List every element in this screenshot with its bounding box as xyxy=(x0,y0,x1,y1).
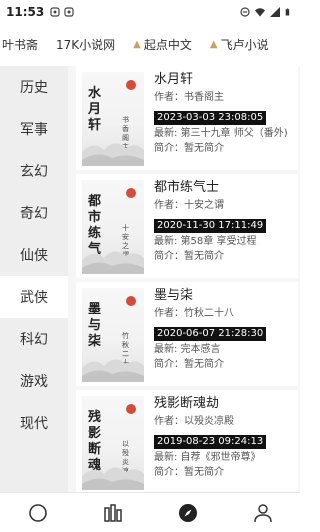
category-label: 玄幻 xyxy=(20,164,48,180)
signal-icon xyxy=(270,7,280,17)
source-tab-label: 17K小说网 xyxy=(56,37,116,52)
source-tab[interactable]: 17K小说网 xyxy=(48,36,125,53)
cover-sun-decoration xyxy=(126,296,136,306)
notification-icon xyxy=(50,7,60,17)
circle-icon xyxy=(28,503,47,522)
book-latest-chapter: 最新: 完本感言 xyxy=(154,344,221,355)
category-item[interactable]: 科幻 xyxy=(0,318,68,360)
cover-sun-decoration xyxy=(126,404,136,414)
status-bar: 11:53 xyxy=(0,0,300,24)
cover-mountain-decoration xyxy=(82,359,144,382)
status-left-icons xyxy=(50,7,74,17)
category-item[interactable]: 游戏 xyxy=(0,360,68,402)
category-item[interactable]: 仙侠 xyxy=(0,234,68,276)
book-update-time: 2020-06-07 21:28:30 xyxy=(154,327,267,341)
book-list: 水月轩 书香阁主 水月轩 作者：书香阁主 2023-03-03 23:08:05… xyxy=(68,66,300,492)
book-author: 作者：以殁炎凉殿 xyxy=(154,416,234,427)
book-icon: ▲ xyxy=(209,38,218,50)
cover-mountain-decoration xyxy=(82,143,144,166)
book-latest-chapter: 最新: 第三十九章 师父（番外) xyxy=(154,128,288,139)
category-label: 科幻 xyxy=(20,332,48,348)
source-tabs: 叶书斋 17K小说网 ▲ 起点中文 ▲ 飞卢小说 xyxy=(0,28,300,60)
cover-sun-decoration xyxy=(126,80,136,90)
cover-mountain-decoration xyxy=(82,467,144,490)
source-tab[interactable]: ▲ 起点中文 xyxy=(125,36,202,53)
book-author: 作者：书香阁主 xyxy=(154,92,224,103)
category-item[interactable]: 军事 xyxy=(0,108,68,150)
book-cover[interactable]: 都市练气士 十安之谓 xyxy=(82,180,144,274)
book-cover[interactable]: 墨与柒 竹秋二十八 xyxy=(82,288,144,382)
book-info: 水月轩 作者：书香阁主 2023-03-03 23:08:05 最新: 第三十九… xyxy=(154,70,296,156)
compass-icon xyxy=(178,503,197,522)
cover-title: 墨与柒 xyxy=(88,302,102,349)
book-card[interactable]: 水月轩 书香阁主 水月轩 作者：书香阁主 2023-03-03 23:08:05… xyxy=(76,66,298,170)
book-info: 都市练气士 作者：十安之谓 2020-11-30 17:11:49 最新: 第5… xyxy=(154,178,296,264)
category-label: 仙侠 xyxy=(20,248,48,264)
book-latest-chapter: 最新: 自荐《邪世帝尊》 xyxy=(154,452,261,463)
category-label: 历史 xyxy=(20,80,48,96)
book-info: 墨与柒 作者：竹秋二十八 2020-06-07 21:28:30 最新: 完本感… xyxy=(154,286,296,372)
book-card[interactable]: 都市练气士 十安之谓 都市练气士 作者：十安之谓 2020-11-30 17:1… xyxy=(76,174,298,278)
book-intro: 简介：暂无简介 xyxy=(154,467,224,478)
book-cover[interactable]: 水月轩 书香阁主 xyxy=(82,72,144,166)
book-update-time: 2023-03-03 23:08:05 xyxy=(154,111,267,125)
book-card[interactable]: 残影断魂劫 以殁炎凉殿 残影断魂劫 作者：以殁炎凉殿 2019-08-23 09… xyxy=(76,390,298,492)
wifi-icon xyxy=(255,8,265,17)
category-item[interactable]: 奇幻 xyxy=(0,192,68,234)
source-tab-label: 叶书斋 xyxy=(2,37,39,52)
book-icon: ▲ xyxy=(133,38,141,50)
book-title: 水月轩 xyxy=(154,72,194,87)
book-update-time: 2019-08-23 09:24:13 xyxy=(154,435,267,449)
book-info: 残影断魂劫 作者：以殁炎凉殿 2019-08-23 09:24:13 最新: 自… xyxy=(154,394,296,480)
battery-icon xyxy=(285,8,290,16)
book-cover[interactable]: 残影断魂劫 以殁炎凉殿 xyxy=(82,396,144,490)
book-author: 作者：竹秋二十八 xyxy=(154,308,234,319)
book-intro: 简介：暂无简介 xyxy=(154,251,224,262)
notification-icon xyxy=(64,7,74,17)
category-item[interactable]: 现代 xyxy=(0,402,68,444)
category-label: 奇幻 xyxy=(20,206,48,222)
category-sidebar: 历史 军事 玄幻 奇幻 仙侠 武侠 科幻 游戏 现代 xyxy=(0,66,68,492)
person-icon xyxy=(253,503,272,522)
book-intro: 简介：暂无简介 xyxy=(154,359,224,370)
category-item[interactable]: 历史 xyxy=(0,66,68,108)
nav-home-button[interactable] xyxy=(18,493,58,532)
category-label: 游戏 xyxy=(20,374,48,390)
category-label: 现代 xyxy=(20,416,48,432)
status-time: 11:53 xyxy=(6,5,45,19)
cover-mountain-decoration xyxy=(82,251,144,274)
book-title: 都市练气士 xyxy=(154,180,220,195)
cover-sun-decoration xyxy=(126,188,136,198)
library-icon xyxy=(103,503,122,522)
book-card[interactable]: 墨与柒 竹秋二十八 墨与柒 作者：竹秋二十八 2020-06-07 21:28:… xyxy=(76,282,298,386)
category-item-active[interactable]: 武侠 xyxy=(0,276,68,318)
book-title: 残影断魂劫 xyxy=(154,396,220,411)
source-tab[interactable]: 叶书斋 xyxy=(0,36,48,53)
minus-circle-icon xyxy=(240,7,250,17)
book-update-time: 2020-11-30 17:11:49 xyxy=(154,219,267,233)
source-tab-label: 起点中文 xyxy=(143,37,192,52)
nav-library-button[interactable] xyxy=(93,493,133,532)
category-item[interactable]: 玄幻 xyxy=(0,150,68,192)
book-title: 墨与柒 xyxy=(154,288,194,303)
category-label: 军事 xyxy=(20,122,48,138)
book-latest-chapter: 最新: 第58章 享受过程 xyxy=(154,236,257,247)
book-author: 作者：十安之谓 xyxy=(154,200,224,211)
category-label: 武侠 xyxy=(20,290,48,306)
nav-discover-button[interactable] xyxy=(168,493,208,532)
source-tab[interactable]: ▲ 飞卢小说 xyxy=(202,36,279,53)
book-intro: 简介：暂无简介 xyxy=(154,143,224,154)
cover-title: 水月轩 xyxy=(88,86,102,133)
nav-profile-button[interactable] xyxy=(243,493,283,532)
status-right-icons xyxy=(240,7,292,17)
source-tab-label: 飞卢小说 xyxy=(220,37,269,52)
bottom-nav xyxy=(0,492,300,532)
